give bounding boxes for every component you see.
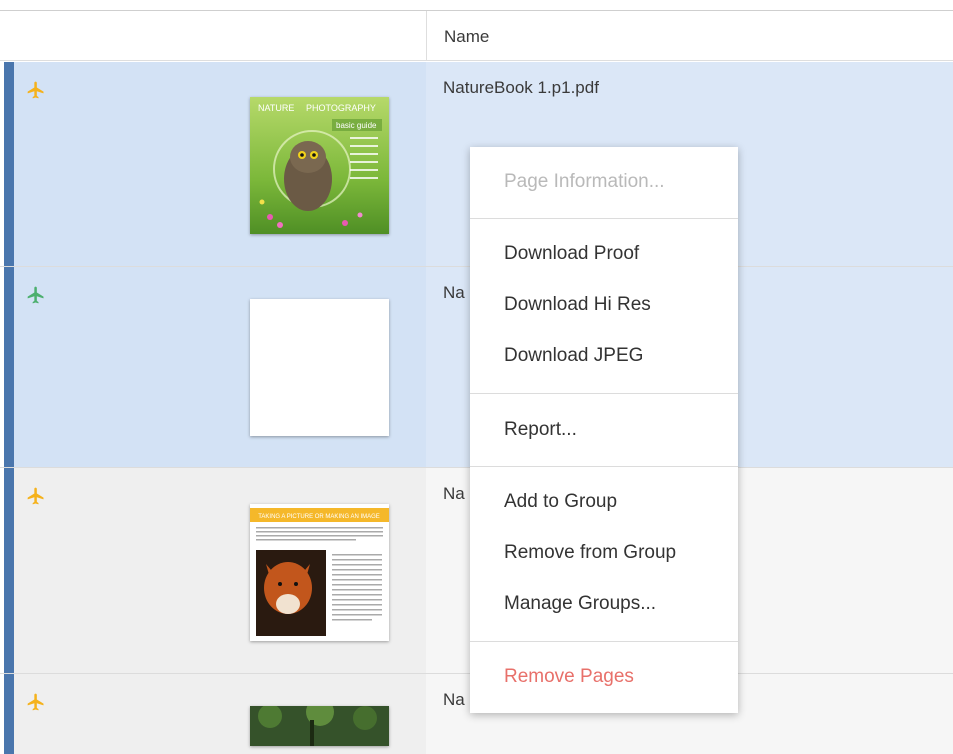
cover-subtitle: basic guide bbox=[336, 121, 377, 130]
airplane-icon bbox=[27, 693, 44, 711]
menu-item-add-to-group[interactable]: Add to Group bbox=[504, 491, 617, 513]
file-name[interactable]: NatureBook 1.p1.pdf bbox=[443, 78, 599, 98]
airplane-icon bbox=[27, 81, 44, 99]
row-indicator bbox=[4, 468, 14, 673]
selection-indicator bbox=[4, 267, 14, 467]
page-thumbnail[interactable] bbox=[250, 706, 389, 746]
article-header: TAKING A PICTURE OR MAKING AN IMAGE bbox=[258, 514, 380, 520]
file-name[interactable]: Na bbox=[443, 690, 465, 710]
file-name[interactable]: Na bbox=[443, 484, 465, 504]
selection-indicator bbox=[4, 62, 14, 266]
menu-item-manage-groups[interactable]: Manage Groups... bbox=[504, 593, 656, 615]
page-thumbnail[interactable]: TAKING A PICTURE OR MAKING AN IMAGE bbox=[250, 504, 389, 641]
menu-item-report[interactable]: Report... bbox=[504, 419, 577, 441]
context-menu: Page Information... Download Proof Downl… bbox=[470, 147, 738, 713]
menu-divider bbox=[470, 393, 738, 394]
row-indicator bbox=[4, 674, 14, 754]
blank-page-thumbnail[interactable] bbox=[250, 299, 389, 436]
airplane-icon bbox=[27, 487, 44, 505]
airplane-icon bbox=[27, 286, 44, 304]
menu-divider bbox=[470, 218, 738, 219]
nature-photography-cover-image: NATURE PHOTOGRAPHY basic guide bbox=[250, 97, 389, 234]
page-thumbnail[interactable]: NATURE PHOTOGRAPHY basic guide bbox=[250, 97, 389, 234]
column-header-name[interactable]: Name bbox=[444, 27, 489, 47]
menu-item-download-proof[interactable]: Download Proof bbox=[504, 243, 639, 265]
file-name[interactable]: Na bbox=[443, 283, 465, 303]
cover-title-a: NATURE bbox=[258, 103, 294, 113]
forest-page-image bbox=[250, 706, 389, 746]
menu-item-page-information[interactable]: Page Information... bbox=[504, 171, 665, 193]
column-separator bbox=[426, 11, 427, 60]
cover-title-b: PHOTOGRAPHY bbox=[306, 103, 376, 113]
menu-item-remove-from-group[interactable]: Remove from Group bbox=[504, 542, 676, 564]
menu-item-remove-pages[interactable]: Remove Pages bbox=[504, 666, 634, 688]
table-header: Name bbox=[0, 10, 953, 61]
menu-divider bbox=[470, 466, 738, 467]
menu-divider bbox=[470, 641, 738, 642]
menu-item-download-jpeg[interactable]: Download JPEG bbox=[504, 345, 643, 367]
menu-item-download-hi-res[interactable]: Download Hi Res bbox=[504, 294, 651, 316]
fox-article-page-image: TAKING A PICTURE OR MAKING AN IMAGE bbox=[250, 504, 389, 641]
